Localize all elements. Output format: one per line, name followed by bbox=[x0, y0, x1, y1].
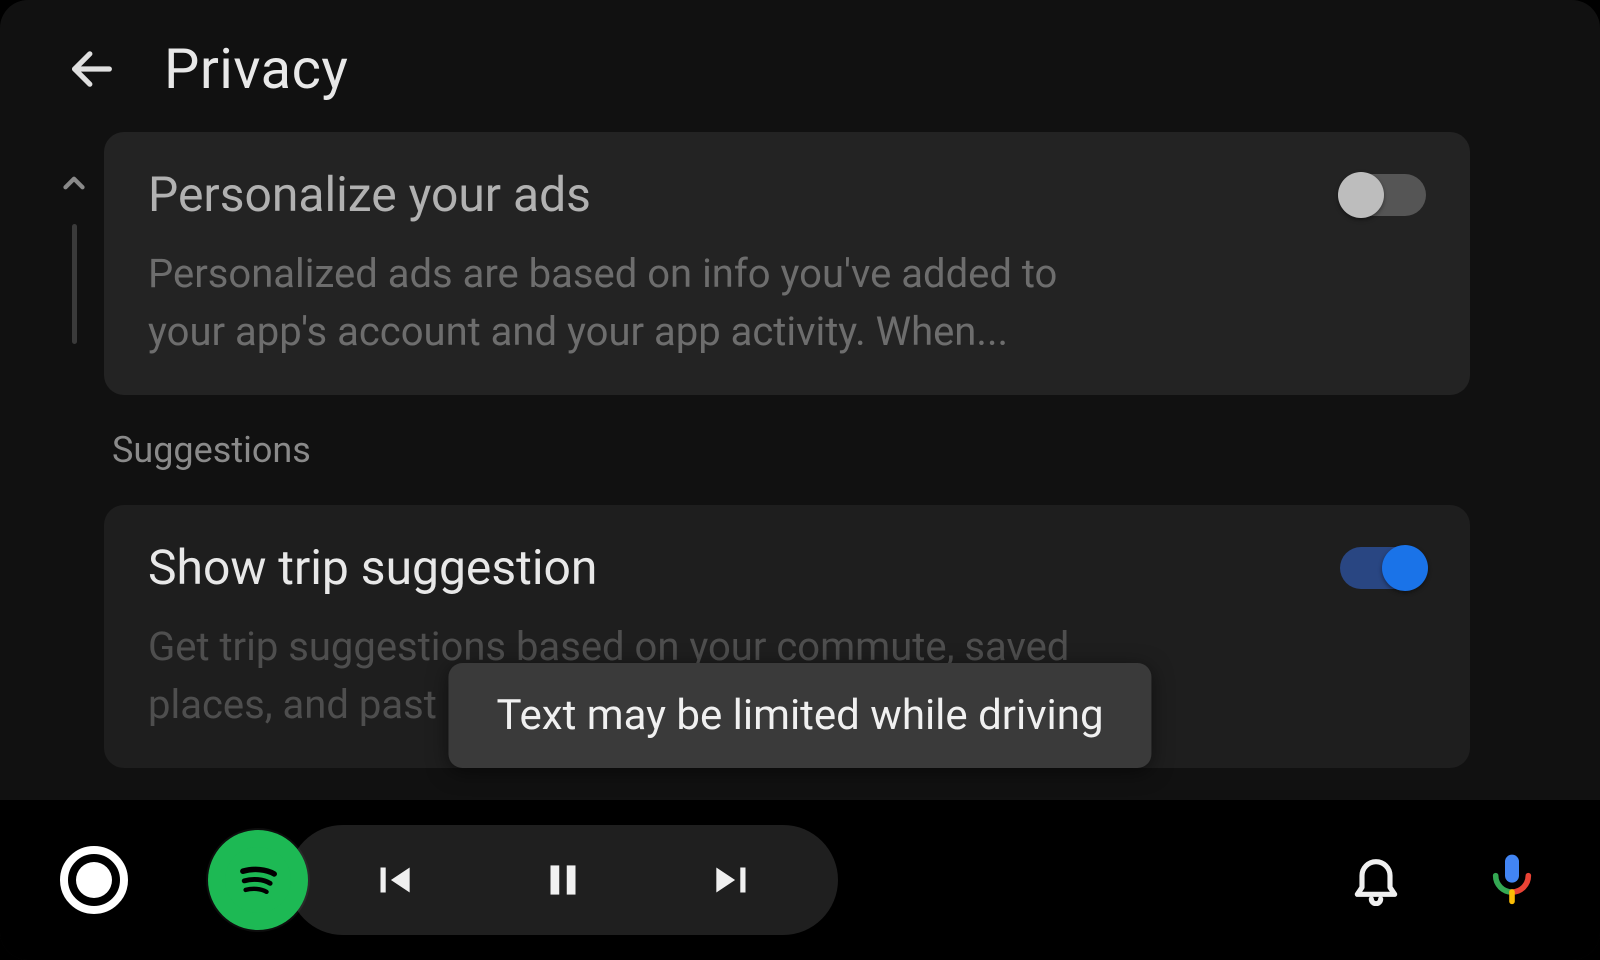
skip-previous-icon bbox=[368, 855, 418, 905]
toggle-thumb bbox=[1382, 545, 1428, 591]
section-label-suggestions: Suggestions bbox=[104, 429, 1470, 471]
spotify-icon bbox=[225, 847, 291, 913]
setting-title: Show trip suggestion bbox=[148, 539, 597, 596]
assistant-mic-button[interactable] bbox=[1484, 850, 1540, 910]
scroll-up-button[interactable] bbox=[57, 166, 91, 204]
setting-personalize-ads[interactable]: Personalize your ads Personalized ads ar… bbox=[104, 132, 1470, 395]
toggle-trip-suggestion[interactable] bbox=[1340, 547, 1426, 589]
bell-icon bbox=[1348, 850, 1404, 906]
scrollbar-track[interactable] bbox=[72, 224, 77, 344]
next-track-button[interactable] bbox=[708, 855, 758, 905]
now-playing-app-icon[interactable] bbox=[208, 830, 308, 930]
toast-text: Text may be limited while driving bbox=[496, 691, 1103, 740]
system-bar bbox=[0, 800, 1600, 960]
home-button[interactable] bbox=[60, 846, 128, 914]
microphone-icon bbox=[1484, 850, 1540, 906]
toggle-thumb bbox=[1338, 172, 1384, 218]
chevron-up-icon bbox=[57, 166, 91, 200]
skip-next-icon bbox=[708, 855, 758, 905]
play-pause-button[interactable] bbox=[538, 855, 588, 905]
header: Privacy bbox=[0, 0, 1600, 122]
privacy-settings-screen: Privacy Personalize your ads bbox=[0, 0, 1600, 960]
setting-description: Personalized ads are based on info you'v… bbox=[148, 245, 1128, 361]
pause-icon bbox=[538, 855, 588, 905]
setting-title: Personalize your ads bbox=[148, 166, 591, 223]
arrow-left-icon bbox=[66, 43, 118, 95]
page-title: Privacy bbox=[164, 36, 348, 102]
previous-track-button[interactable] bbox=[368, 855, 418, 905]
notifications-button[interactable] bbox=[1348, 850, 1404, 910]
driving-limitation-toast: Text may be limited while driving bbox=[448, 663, 1151, 768]
media-controls bbox=[288, 825, 838, 935]
back-button[interactable] bbox=[60, 37, 124, 101]
toggle-personalize-ads[interactable] bbox=[1340, 174, 1426, 216]
